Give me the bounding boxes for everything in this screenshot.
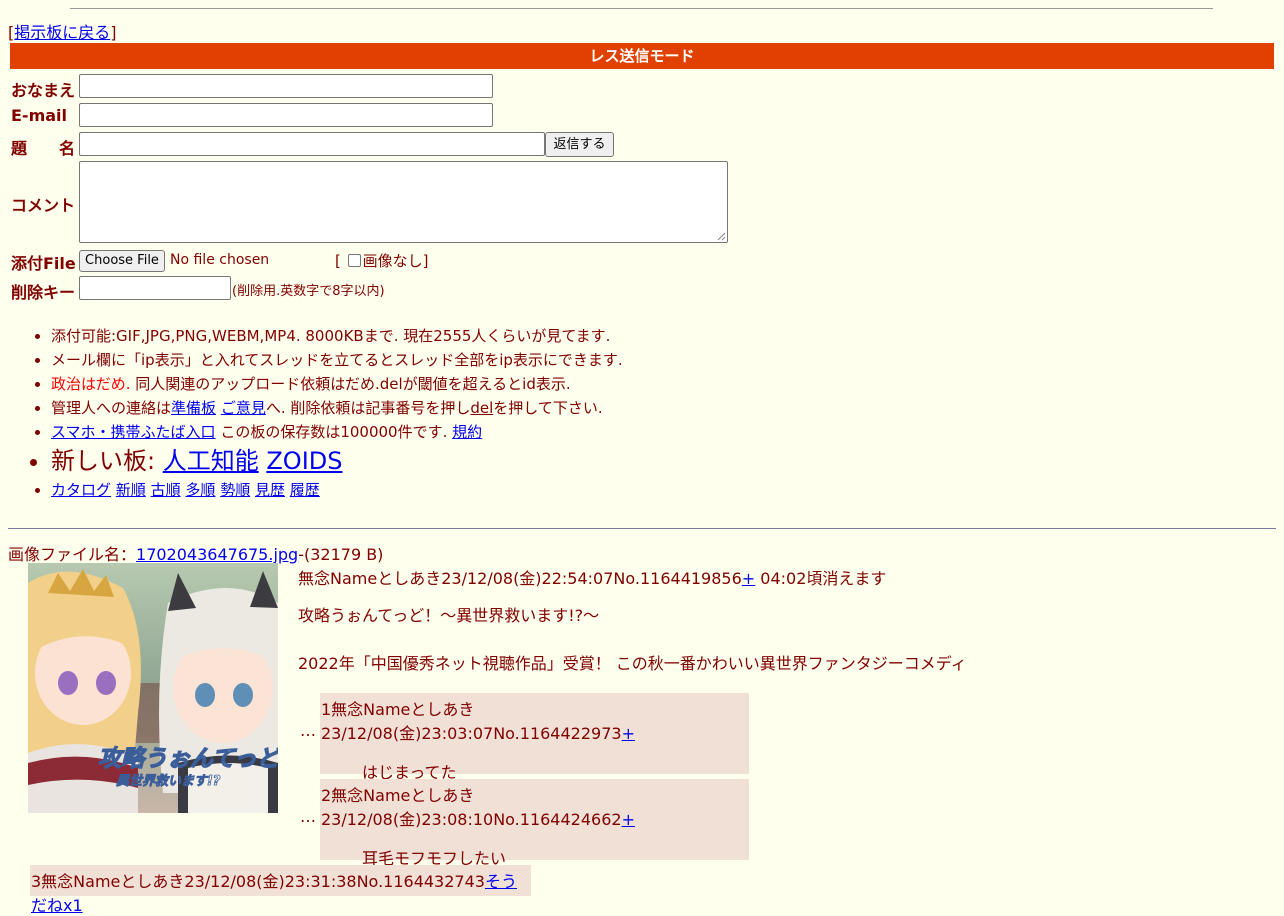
reply-sodane-plus-link[interactable]: +	[622, 810, 635, 829]
reply-body: はじまってた	[362, 763, 457, 782]
subject-input[interactable]	[79, 132, 545, 156]
submit-reply-button[interactable]: 返信する	[545, 132, 614, 157]
viewed-history-link[interactable]: 見歴	[255, 481, 285, 499]
reply-indent-dots: …	[300, 807, 316, 826]
delete-key-input[interactable]	[79, 276, 231, 300]
reply-body: 耳毛モフモフしたい	[362, 849, 507, 868]
op-post-body: 攻略うぉんてっど！〜異世界救います!?〜 2022年「中国優秀ネット視聴作品」受…	[298, 606, 967, 673]
reply-indent-dots: …	[300, 721, 316, 740]
reply-sodane-plus-link[interactable]: +	[622, 724, 635, 743]
feedback-link[interactable]: ご意見	[221, 399, 266, 417]
list-item: 新しい板: 人工知能 ZOIDS	[51, 444, 623, 478]
reply-post: 3無念Nameとしあき23/12/08(金)23:31:38No.1164432…	[30, 865, 531, 915]
reply-header: 1無念Nameとしあき23/12/08(金)23:03:07No.1164422…	[321, 700, 635, 743]
name-label: おなまえ	[11, 81, 76, 100]
thumbnail-logo-line2: 異世界救います!?	[116, 773, 221, 789]
reply-post: 2無念Nameとしあき23/12/08(金)23:08:10No.1164424…	[320, 779, 749, 868]
reply-header: 3無念Nameとしあき23/12/08(金)23:31:38No.1164432…	[31, 872, 517, 915]
list-item: メール欄に「ip表示」と入れてスレッドを立てるとスレッド全部をip表示にできます…	[51, 348, 623, 372]
choose-file-button[interactable]: Choose File	[79, 250, 165, 272]
prep-board-link[interactable]: 準備板	[171, 399, 216, 417]
comment-label: コメント	[11, 196, 76, 215]
op-post-header: 無念Nameとしあき23/12/08(金)22:54:07No.11644198…	[298, 569, 887, 588]
back-to-board-link[interactable]: 掲示板に戻る	[14, 23, 110, 42]
list-item: スマホ・携帯ふたば入口 この板の保存数は100000件です. 規約	[51, 420, 623, 444]
sort-many-link[interactable]: 多順	[185, 481, 215, 499]
comment-textarea[interactable]	[79, 161, 728, 243]
new-board-ai-link[interactable]: 人工知能	[163, 447, 259, 475]
list-item: カタログ 新順 古順 多順 勢順 見歴 履歴	[51, 478, 623, 502]
email-label: E-mail	[11, 106, 68, 125]
image-file-info: 画像ファイル名：1702043647675.jpg-(32179 B)	[8, 545, 384, 564]
list-item: 添付可能:GIF,JPG,PNG,WEBM,MP4. 8000KBまで. 現在2…	[51, 324, 623, 348]
op-sodane-plus-link[interactable]: +	[742, 569, 755, 588]
sort-new-link[interactable]: 新順	[116, 481, 146, 499]
back-nav: [掲示板に戻る]	[8, 23, 117, 42]
reply-mode-banner: レス送信モード	[10, 43, 1274, 69]
list-item: 政治はだめ. 同人関連のアップロード依頼はだめ.delが閾値を超えるとid表示.	[51, 372, 623, 396]
thread-divider	[8, 528, 1276, 529]
board-rules-list: 添付可能:GIF,JPG,PNG,WEBM,MP4. 8000KBまで. 現在2…	[11, 324, 623, 502]
catalog-link[interactable]: カタログ	[51, 481, 111, 499]
thumbnail-logo-line1: 攻略うぉんてっど！	[98, 745, 278, 772]
delete-key-label: 削除キー	[11, 283, 76, 302]
subject-label: 題 名	[11, 139, 76, 158]
top-divider	[70, 8, 1213, 9]
list-item: 管理人への連絡は準備板 ご意見へ. 削除依頼は記事番号を押しdelを押して下さい…	[51, 396, 623, 420]
file-label: 添付File	[11, 254, 76, 273]
new-board-zoids-link[interactable]: ZOIDS	[266, 447, 342, 475]
thread-thumbnail-image[interactable]: 攻略うぉんてっど！ 異世界救います!?	[28, 563, 278, 813]
post-history-link[interactable]: 履歴	[290, 481, 320, 499]
del-text: del	[470, 399, 494, 417]
delete-key-note: (削除用.英数字で8字以内)	[232, 284, 385, 299]
reply-header: 2無念Nameとしあき23/12/08(金)23:08:10No.1164424…	[321, 786, 635, 829]
reply-post: 1無念Nameとしあき23/12/08(金)23:03:07No.1164422…	[320, 693, 749, 782]
resize-grip-icon	[717, 232, 726, 241]
image-file-link[interactable]: 1702043647675.jpg	[136, 545, 298, 564]
no-image-option: [ 画像なし]	[335, 252, 429, 270]
sort-old-link[interactable]: 古順	[151, 481, 181, 499]
file-status: No file chosen	[170, 252, 270, 268]
terms-link[interactable]: 規約	[452, 423, 482, 441]
email-input[interactable]	[79, 103, 493, 127]
no-image-checkbox[interactable]	[347, 254, 361, 267]
mobile-entrance-link[interactable]: スマホ・携帯ふたば入口	[51, 423, 216, 441]
name-input[interactable]	[79, 74, 493, 98]
sort-momentum-link[interactable]: 勢順	[220, 481, 250, 499]
